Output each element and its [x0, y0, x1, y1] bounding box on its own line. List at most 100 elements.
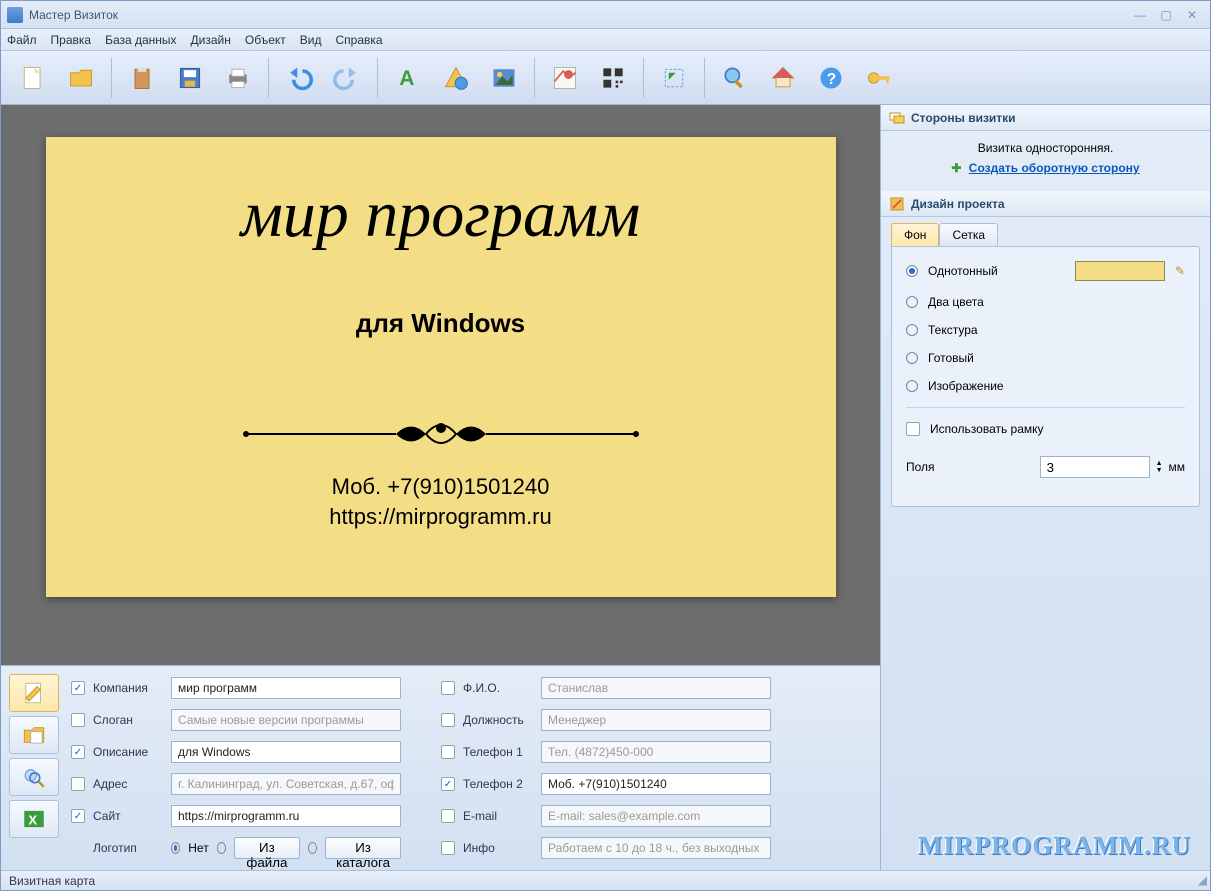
menubar: Файл Правка База данных Дизайн Объект Ви… [1, 29, 1210, 51]
crop-button[interactable] [650, 55, 698, 101]
resize-grip-icon[interactable]: ◢ [1198, 873, 1207, 887]
input-address[interactable] [171, 773, 401, 795]
print-button[interactable] [214, 55, 262, 101]
radio-logo-none[interactable] [171, 842, 180, 854]
card-company[interactable]: мир программ [241, 177, 641, 253]
btn-logo-catalog[interactable]: Из каталога [325, 837, 401, 859]
menu-view[interactable]: Вид [300, 33, 322, 47]
toolbar: A ? [1, 51, 1210, 105]
menu-design[interactable]: Дизайн [191, 33, 231, 47]
save-button[interactable] [166, 55, 214, 101]
chk-fio[interactable] [441, 681, 455, 695]
label-bg-texture: Текстура [928, 323, 978, 337]
close-button[interactable]: ✕ [1180, 7, 1204, 23]
key-button[interactable] [855, 55, 903, 101]
label-logo: Логотип [93, 841, 165, 855]
text-button[interactable]: A [384, 55, 432, 101]
input-company[interactable] [171, 677, 401, 699]
chk-phone2[interactable]: ✓ [441, 777, 455, 791]
create-back-link[interactable]: Создать оборотную сторону [969, 161, 1140, 175]
minimize-button[interactable]: — [1128, 7, 1152, 23]
chk-site[interactable]: ✓ [71, 809, 85, 823]
tab-grid[interactable]: Сетка [939, 223, 998, 246]
business-card[interactable]: мир программ для Windows Моб. +7(910)150… [46, 137, 836, 597]
new-button[interactable] [9, 55, 57, 101]
home-button[interactable] [759, 55, 807, 101]
label-desc: Описание [93, 745, 165, 759]
design-icon [889, 196, 905, 212]
chk-use-frame[interactable] [906, 422, 920, 436]
label-slogan: Слоган [93, 713, 165, 727]
chk-desc[interactable]: ✓ [71, 745, 85, 759]
card-subtitle[interactable]: для Windows [356, 308, 525, 339]
eyedropper-icon[interactable]: ✎ [1175, 264, 1185, 278]
input-margins[interactable] [1040, 456, 1150, 478]
radio-bg-solid[interactable] [906, 265, 918, 277]
menu-edit[interactable]: Правка [51, 33, 92, 47]
qrcode-button[interactable] [589, 55, 637, 101]
card-url[interactable]: https://mirprogramm.ru [329, 504, 552, 530]
svg-text:X: X [28, 813, 37, 828]
label-logo-none: Нет [188, 841, 208, 855]
undo-button[interactable] [275, 55, 323, 101]
input-desc[interactable] [171, 741, 401, 763]
chk-address[interactable] [71, 777, 85, 791]
sidetab-edit[interactable] [9, 674, 59, 712]
chk-phone1[interactable] [441, 745, 455, 759]
input-fio[interactable] [541, 677, 771, 699]
sidetab-folder[interactable] [9, 716, 59, 754]
menu-database[interactable]: База данных [105, 33, 176, 47]
help-button[interactable]: ? [807, 55, 855, 101]
window-title: Мастер Визиток [29, 8, 1126, 22]
card-phone[interactable]: Моб. +7(910)1501240 [332, 474, 550, 500]
svg-text:?: ? [827, 71, 837, 88]
input-phone1[interactable] [541, 741, 771, 763]
spinner-icon[interactable]: ▲▼ [1156, 460, 1163, 474]
chk-company[interactable]: ✓ [71, 681, 85, 695]
tab-background[interactable]: Фон [891, 223, 939, 246]
menu-object[interactable]: Объект [245, 33, 286, 47]
radio-bg-image[interactable] [906, 380, 918, 392]
input-site[interactable] [171, 805, 401, 827]
ornament-icon[interactable] [241, 414, 641, 454]
menu-help[interactable]: Справка [335, 33, 382, 47]
section-design-header: Дизайн проекта [881, 191, 1210, 217]
chk-slogan[interactable] [71, 713, 85, 727]
menu-file[interactable]: Файл [7, 33, 37, 47]
chk-position[interactable] [441, 713, 455, 727]
canvas[interactable]: мир программ для Windows Моб. +7(910)150… [1, 105, 880, 665]
radio-bg-two[interactable] [906, 296, 918, 308]
btn-logo-file[interactable]: Из файла [234, 837, 300, 859]
image-button[interactable] [480, 55, 528, 101]
redo-button[interactable] [323, 55, 371, 101]
sidetab-search[interactable] [9, 758, 59, 796]
preview-button[interactable] [711, 55, 759, 101]
chk-info[interactable] [441, 841, 455, 855]
input-position[interactable] [541, 709, 771, 731]
statusbar: Визитная карта [1, 870, 1210, 890]
input-phone2[interactable] [541, 773, 771, 795]
radio-bg-texture[interactable] [906, 324, 918, 336]
status-text: Визитная карта [9, 874, 95, 888]
map-button[interactable] [541, 55, 589, 101]
titlebar: Мастер Визиток — ▢ ✕ [1, 1, 1210, 29]
shape-button[interactable] [432, 55, 480, 101]
sidetab-excel[interactable]: X [9, 800, 59, 838]
input-info[interactable] [541, 837, 771, 859]
radio-bg-ready[interactable] [906, 352, 918, 364]
app-icon [7, 7, 23, 23]
right-panel: Стороны визитки Визитка односторонняя. ✚… [880, 105, 1210, 870]
input-slogan[interactable] [171, 709, 401, 731]
label-email: E-mail [463, 809, 535, 823]
paste-button[interactable] [118, 55, 166, 101]
maximize-button[interactable]: ▢ [1154, 7, 1178, 23]
label-bg-ready: Готовый [928, 351, 974, 365]
open-button[interactable] [57, 55, 105, 101]
input-email[interactable] [541, 805, 771, 827]
chk-email[interactable] [441, 809, 455, 823]
radio-logo-file[interactable] [217, 842, 226, 854]
color-swatch[interactable] [1075, 261, 1165, 281]
radio-logo-catalog[interactable] [308, 842, 317, 854]
label-margins-unit: мм [1169, 460, 1186, 474]
svg-text:A: A [399, 67, 414, 90]
